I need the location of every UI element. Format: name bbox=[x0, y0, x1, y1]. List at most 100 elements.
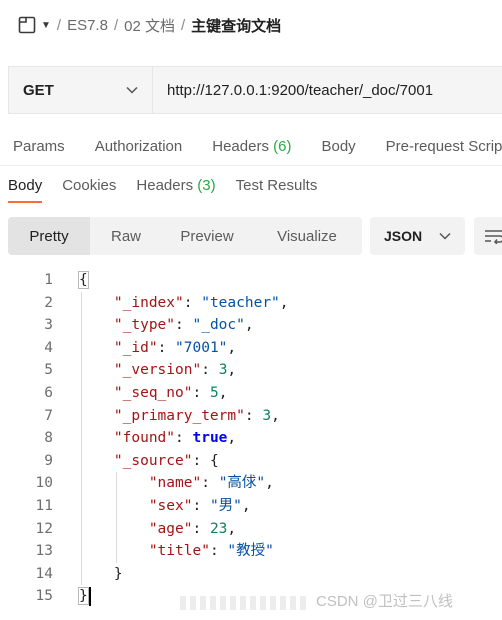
json-number: 3 bbox=[262, 407, 272, 424]
response-tab-cookies[interactable]: Cookies bbox=[62, 177, 116, 198]
view-visualize-button[interactable]: Visualize bbox=[252, 217, 362, 255]
json-key: "title" bbox=[148, 543, 210, 560]
json-key: "_version" bbox=[113, 362, 202, 379]
json-punctuation: : bbox=[157, 339, 176, 356]
response-tabs: Body Cookies Headers (3) Test Results bbox=[0, 172, 502, 203]
tab-pre-request-script[interactable]: Pre-request Script bbox=[386, 138, 502, 155]
request-url-bar: GET http://127.0.0.1:9200/teacher/_doc/7… bbox=[8, 66, 502, 114]
json-punctuation: } bbox=[113, 565, 123, 582]
watermark: CSDN @卫过三八线 bbox=[316, 593, 453, 610]
json-key: "_seq_no" bbox=[113, 385, 193, 401]
view-mode-toggle: Pretty Raw Preview Visualize bbox=[8, 217, 362, 255]
json-key: "_type" bbox=[113, 317, 176, 334]
tab-params[interactable]: Params bbox=[13, 138, 65, 155]
json-punctuation: : bbox=[192, 385, 210, 401]
json-punctuation: , bbox=[271, 407, 280, 424]
view-preview-button[interactable]: Preview bbox=[162, 217, 252, 255]
json-punctuation: , bbox=[244, 317, 254, 334]
code-line: 4 "_id": "7001", bbox=[0, 337, 502, 360]
response-tab-headers[interactable]: Headers (3) bbox=[136, 177, 215, 198]
line-number: 15 bbox=[35, 588, 53, 605]
json-punctuation: : bbox=[192, 498, 210, 514]
view-pretty-button[interactable]: Pretty bbox=[8, 217, 90, 255]
code-line: 14} bbox=[0, 563, 502, 586]
json-punctuation: : bbox=[183, 294, 202, 311]
json-punctuation: , bbox=[265, 475, 274, 492]
json-string: "teacher" bbox=[201, 294, 280, 311]
line-number: 11 bbox=[35, 498, 53, 514]
response-tab-body[interactable]: Body bbox=[8, 176, 43, 203]
json-punctuation: , bbox=[227, 520, 237, 537]
tab-label: Body bbox=[8, 176, 43, 194]
json-string: "高俅" bbox=[218, 475, 266, 492]
json-punctuation: : { bbox=[192, 452, 219, 469]
breadcrumb-collection[interactable]: ES7.8 bbox=[67, 17, 108, 34]
line-number: 14 bbox=[35, 565, 53, 582]
json-punctuation: : bbox=[201, 362, 219, 379]
line-number: 10 bbox=[35, 475, 53, 492]
json-string: "_doc" bbox=[192, 317, 245, 334]
tab-label: Body bbox=[321, 137, 356, 155]
response-tab-test-results[interactable]: Test Results bbox=[236, 177, 318, 198]
tab-label: Pre-request Script bbox=[385, 137, 502, 155]
line-content: "_version": 3, bbox=[114, 359, 236, 382]
response-body-editor[interactable]: 1{2 "_index": "teacher", 3 "_type": "_doc",… bbox=[0, 268, 502, 620]
json-punctuation: : bbox=[175, 430, 193, 447]
json-key: "sex" bbox=[148, 498, 193, 514]
caret-down-icon[interactable]: ▼ bbox=[41, 20, 51, 31]
view-raw-button[interactable]: Raw bbox=[90, 217, 162, 255]
request-tabs: Params Authorization Headers (6) Body Pr… bbox=[0, 128, 502, 164]
json-punctuation: } bbox=[78, 587, 89, 606]
code-line: 7 "_primary_term": 3, bbox=[0, 405, 502, 428]
format-select[interactable]: JSON bbox=[370, 217, 465, 255]
tab-label: Headers bbox=[212, 137, 269, 155]
code-line: 5 "_version": 3, bbox=[0, 359, 502, 382]
breadcrumb-folder[interactable]: 02 文档 bbox=[124, 15, 175, 36]
line-content: "_id": "7001", bbox=[114, 337, 236, 360]
breadcrumb: ▼ / ES7.8 / 02 文档 / 主键查询文档 bbox=[0, 0, 502, 50]
line-number: 7 bbox=[44, 407, 53, 424]
line-number: 5 bbox=[44, 362, 53, 379]
format-label: JSON bbox=[384, 228, 423, 244]
line-content: "found": true, bbox=[114, 427, 236, 450]
tab-label: Params bbox=[13, 137, 65, 155]
tab-headers[interactable]: Headers (6) bbox=[212, 138, 291, 155]
tab-body[interactable]: Body bbox=[321, 138, 355, 155]
line-number: 9 bbox=[44, 452, 53, 469]
json-punctuation: : bbox=[192, 520, 210, 537]
json-key: "found" bbox=[113, 430, 176, 447]
code-line: 8 "found": true, bbox=[0, 427, 502, 450]
code-line: 12 "age": 23, bbox=[0, 518, 502, 541]
tab-label: Headers bbox=[136, 176, 194, 194]
line-content: } bbox=[114, 563, 123, 586]
json-key: "_index" bbox=[113, 294, 184, 311]
tab-label: Test Results bbox=[235, 176, 318, 194]
header-count-badge: (3) bbox=[197, 176, 216, 194]
tab-authorization[interactable]: Authorization bbox=[95, 138, 183, 155]
json-punctuation: , bbox=[227, 362, 237, 379]
line-number: 6 bbox=[44, 385, 53, 401]
method-label: GET bbox=[23, 81, 54, 99]
json-string: "男" bbox=[209, 498, 242, 514]
breadcrumb-separator: / bbox=[113, 16, 119, 34]
breadcrumb-separator: / bbox=[180, 16, 186, 34]
json-number: 5 bbox=[209, 385, 219, 401]
json-punctuation: : bbox=[175, 317, 193, 334]
collection-icon[interactable] bbox=[18, 16, 36, 34]
breadcrumb-request-name[interactable]: 主键查询文档 bbox=[191, 15, 281, 36]
indent-guide bbox=[81, 291, 82, 586]
json-punctuation: , bbox=[227, 430, 237, 447]
json-punctuation: , bbox=[227, 339, 237, 356]
line-number: 13 bbox=[35, 543, 53, 560]
line-content: "_seq_no": 5, bbox=[114, 382, 228, 405]
wrap-lines-button[interactable] bbox=[474, 217, 502, 255]
json-key: "_primary_term" bbox=[113, 407, 245, 424]
url-input[interactable]: http://127.0.0.1:9200/teacher/_doc/7001 bbox=[153, 67, 502, 113]
code-line: 9 "_source": { bbox=[0, 450, 502, 473]
line-content: "title": "教授" bbox=[149, 540, 274, 563]
json-punctuation: , bbox=[279, 294, 289, 311]
json-punctuation: { bbox=[78, 271, 89, 289]
text-cursor bbox=[88, 587, 91, 606]
wrap-lines-icon bbox=[485, 230, 502, 244]
method-select[interactable]: GET bbox=[9, 67, 153, 113]
